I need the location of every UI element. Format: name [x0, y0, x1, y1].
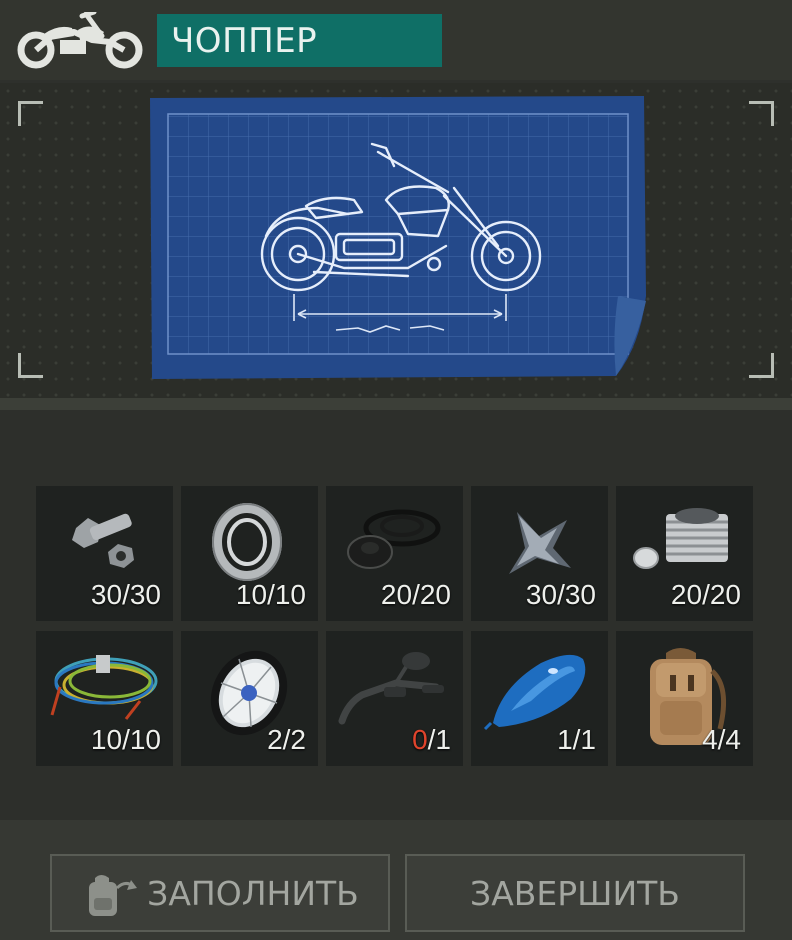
item-count: 4/4 [702, 724, 741, 755]
item-slot-fuel-tank[interactable]: 1/1 [471, 631, 608, 766]
frame-corner-icon [749, 101, 774, 126]
item-slot-steel-scrap[interactable]: 30/30 [471, 486, 608, 621]
materials-grid: 30/30 10/10 20/20 30/30 20/20 10/10 2/2 … [0, 410, 792, 820]
item-slot-bolts[interactable]: 30/30 [36, 486, 173, 621]
item-count: 30/30 [525, 579, 596, 610]
fill-button-label: ЗАПОЛНИТЬ [147, 873, 359, 913]
item-count: 0/1 [412, 724, 451, 755]
title-banner: ЧОППЕР [157, 14, 442, 67]
item-count: 2/2 [267, 724, 306, 755]
fill-button[interactable]: ЗАПОЛНИТЬ [50, 854, 390, 932]
item-slot-bearing[interactable]: 10/10 [181, 486, 318, 621]
item-count: 30/30 [90, 579, 161, 610]
finish-button-label: ЗАВЕРШИТЬ [470, 873, 680, 913]
header-bar: ЧОППЕР [0, 0, 792, 80]
blueprint-panel [0, 83, 792, 398]
item-count: 20/20 [670, 579, 741, 610]
item-slot-backpack[interactable]: 4/4 [616, 631, 753, 766]
motorcycle-icon [17, 12, 143, 69]
frame-corner-icon [749, 353, 774, 378]
item-count: 1/1 [557, 724, 596, 755]
item-count: 10/10 [90, 724, 161, 755]
item-slot-wheel[interactable]: 2/2 [181, 631, 318, 766]
item-slot-rubber-seals[interactable]: 20/20 [326, 486, 463, 621]
divider [0, 398, 792, 410]
action-bar: ЗАПОЛНИТЬ ЗАВЕРШИТЬ [0, 820, 792, 940]
blueprint-image [150, 96, 646, 379]
item-slot-handlebar[interactable]: 0/1 [326, 631, 463, 766]
item-count: 20/20 [380, 579, 451, 610]
item-count: 10/10 [235, 579, 306, 610]
page-title: ЧОППЕР [171, 20, 318, 61]
item-slot-engine-cylinder[interactable]: 20/20 [616, 486, 753, 621]
frame-corner-icon [18, 353, 43, 378]
frame-corner-icon [18, 101, 43, 126]
item-slot-wires[interactable]: 10/10 [36, 631, 173, 766]
backpack-transfer-icon [89, 875, 138, 916]
finish-button[interactable]: ЗАВЕРШИТЬ [405, 854, 745, 932]
